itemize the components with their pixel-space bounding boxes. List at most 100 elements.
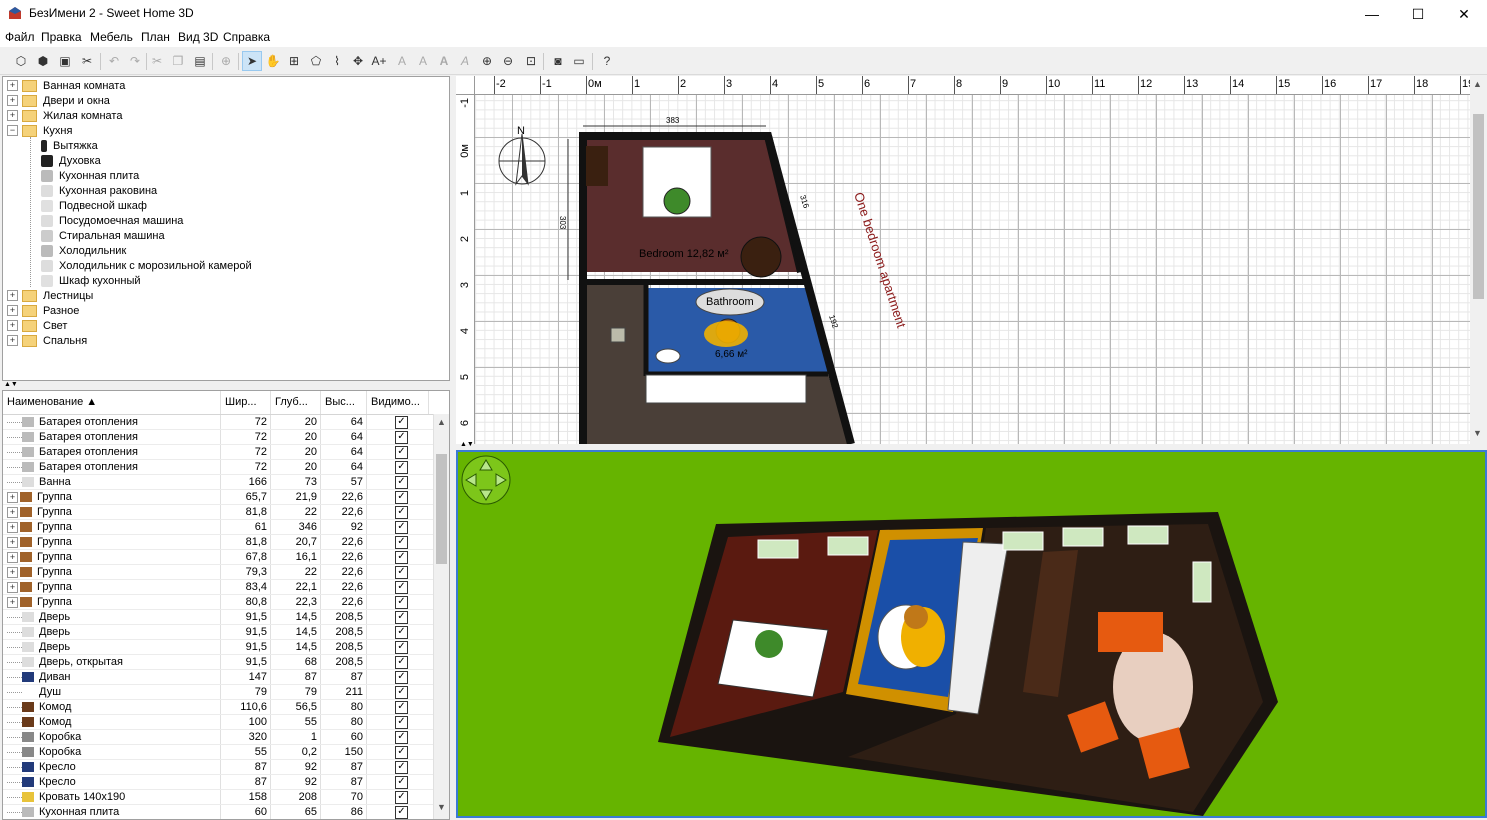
3d-window[interactable] [757, 539, 799, 559]
3d-bath-decor[interactable] [904, 605, 928, 629]
dimension-top[interactable]: 383 [666, 116, 680, 125]
minimize-button[interactable]: — [1349, 0, 1395, 28]
paste-icon[interactable]: ▤ [190, 51, 210, 71]
table-row[interactable]: + Группа 79,3 22 22,6 ✓ [3, 565, 433, 580]
round-table[interactable] [740, 236, 782, 278]
table-row[interactable]: Батарея отопления 72 20 64 ✓ [3, 445, 433, 460]
scroll-down-icon[interactable]: ▼ [437, 802, 446, 812]
open-icon[interactable]: ⬢ [33, 51, 53, 71]
table-row[interactable]: Батарея отопления 72 20 64 ✓ [3, 415, 433, 430]
expand-icon[interactable]: + [7, 506, 18, 518]
bed-plant[interactable] [663, 187, 691, 215]
column-visible[interactable]: Видимо... [367, 391, 429, 414]
add-furniture-icon[interactable]: ⊕ [216, 51, 236, 71]
bedroom-label[interactable]: Bedroom 12,82 м² [639, 248, 729, 260]
catalog-category[interactable]: + Двери и окна [7, 93, 110, 108]
visible-checkbox[interactable]: ✓ [395, 476, 408, 489]
catalog-item[interactable]: Духовка [41, 153, 101, 168]
table-row[interactable]: Коробка 320 1 60 ✓ [3, 730, 433, 745]
visible-checkbox[interactable]: ✓ [395, 431, 408, 444]
kitchen-counter[interactable] [645, 374, 807, 404]
catalog-item[interactable]: Шкаф кухонный [41, 273, 141, 288]
dimension-left[interactable]: 303 [558, 216, 567, 230]
table-row[interactable]: Дверь 91,5 14,5 208,5 ✓ [3, 640, 433, 655]
table-row[interactable]: Дверь, открытая 91,5 68 208,5 ✓ [3, 655, 433, 670]
save-icon[interactable]: ▣ [55, 51, 75, 71]
visible-checkbox[interactable]: ✓ [395, 446, 408, 459]
catalog-category[interactable]: + Разное [7, 303, 79, 318]
splitter-arrows-icon[interactable]: ▲▼ [4, 381, 18, 388]
menu-furniture[interactable]: Мебель [90, 30, 133, 44]
close-button[interactable]: ✕ [1441, 0, 1487, 28]
create-rooms-icon[interactable]: ⬠ [306, 51, 326, 71]
expand-icon[interactable]: + [7, 290, 18, 301]
expand-icon[interactable]: + [7, 305, 18, 316]
table-row[interactable]: Диван 147 87 87 ✓ [3, 670, 433, 685]
catalog-category[interactable]: + Жилая комната [7, 108, 122, 123]
maximize-button[interactable]: ☐ [1395, 0, 1441, 28]
menu-plan[interactable]: План [141, 30, 170, 44]
3d-sofa[interactable] [1098, 612, 1163, 652]
visible-checkbox[interactable]: ✓ [395, 581, 408, 594]
catalog-item[interactable]: Подвесной шкаф [41, 198, 147, 213]
furniture-catalog-tree[interactable]: + Ванная комната + Двери и окна + Жилая … [2, 76, 450, 381]
table-row[interactable]: Дверь 91,5 14,5 208,5 ✓ [3, 610, 433, 625]
italic-text-icon[interactable]: A [455, 51, 475, 71]
scroll-thumb[interactable] [1473, 114, 1484, 299]
table-row[interactable]: Комод 100 55 80 ✓ [3, 715, 433, 730]
bathroom-label[interactable]: Bathroom [706, 296, 754, 308]
visible-checkbox[interactable]: ✓ [395, 791, 408, 804]
visible-checkbox[interactable]: ✓ [395, 596, 408, 609]
table-row[interactable]: + Группа 83,4 22,1 22,6 ✓ [3, 580, 433, 595]
preferences-icon[interactable]: ✂ [77, 51, 97, 71]
expand-icon[interactable]: + [7, 335, 18, 346]
menu-help[interactable]: Справка [223, 30, 270, 44]
expand-icon[interactable]: + [7, 581, 18, 593]
catalog-category[interactable]: + Спальня [7, 333, 87, 348]
visible-checkbox[interactable]: ✓ [395, 716, 408, 729]
visible-checkbox[interactable]: ✓ [395, 746, 408, 759]
decrease-text-icon[interactable]: A [413, 51, 433, 71]
visible-checkbox[interactable]: ✓ [395, 536, 408, 549]
catalog-item[interactable]: Вытяжка [41, 138, 98, 153]
expand-icon[interactable]: + [7, 95, 18, 106]
table-row[interactable]: + Группа 81,8 22 22,6 ✓ [3, 505, 433, 520]
left-splitter[interactable]: ▲▼ [0, 381, 450, 389]
visible-checkbox[interactable]: ✓ [395, 566, 408, 579]
catalog-item[interactable]: Кухонная плита [41, 168, 139, 183]
column-name[interactable]: Наименование ▲ [3, 391, 221, 414]
catalog-category[interactable]: + Ванная комната [7, 78, 125, 93]
create-polylines-icon[interactable]: ⌇ [327, 51, 347, 71]
table-row[interactable]: Кресло 87 92 87 ✓ [3, 760, 433, 775]
table-row[interactable]: + Группа 67,8 16,1 22,6 ✓ [3, 550, 433, 565]
scroll-up-icon[interactable]: ▲ [437, 417, 446, 427]
vertical-splitter[interactable] [450, 76, 455, 818]
bathroom-area-label[interactable]: 6,66 м² [715, 349, 748, 360]
catalog-category[interactable]: + Лестницы [7, 288, 93, 303]
table-row[interactable]: Дверь 91,5 14,5 208,5 ✓ [3, 625, 433, 640]
create-video-icon[interactable]: ▭ [569, 51, 589, 71]
table-row[interactable]: + Группа 61 346 92 ✓ [3, 520, 433, 535]
compass-icon[interactable]: N [498, 125, 546, 186]
pan-mode-icon[interactable]: ✋ [263, 51, 283, 71]
table-row[interactable]: + Группа 81,8 20,7 22,6 ✓ [3, 535, 433, 550]
catalog-item[interactable]: Стиральная машина [41, 228, 165, 243]
zoom-in-icon[interactable]: ⊕ [477, 51, 497, 71]
menu-edit[interactable]: Правка [41, 30, 82, 44]
redo-icon[interactable]: ↷ [125, 51, 145, 71]
visible-checkbox[interactable]: ✓ [395, 551, 408, 564]
expand-icon[interactable]: + [7, 551, 18, 563]
furniture-table[interactable]: Наименование ▲ Шир... Глуб... Выс... Вид… [2, 390, 450, 820]
visible-checkbox[interactable]: ✓ [395, 611, 408, 624]
expand-icon[interactable]: + [7, 110, 18, 121]
plan-view[interactable]: -2 -1 0м 1 2 3 4 5 6 7 8 9 10 11 12 13 14 15 16 17 18 19 -1 0м… [456, 76, 1487, 444]
visible-checkbox[interactable]: ✓ [395, 521, 408, 534]
expand-icon[interactable]: + [7, 596, 18, 608]
expand-icon[interactable]: + [7, 536, 18, 548]
table-row[interactable]: Комод 110,6 56,5 80 ✓ [3, 700, 433, 715]
3d-bed-plant[interactable] [755, 630, 783, 658]
collapse-icon[interactable]: − [7, 125, 18, 136]
expand-icon[interactable]: + [7, 521, 18, 533]
zoom-out-icon[interactable]: ⊖ [498, 51, 518, 71]
3d-window[interactable] [1062, 527, 1104, 547]
